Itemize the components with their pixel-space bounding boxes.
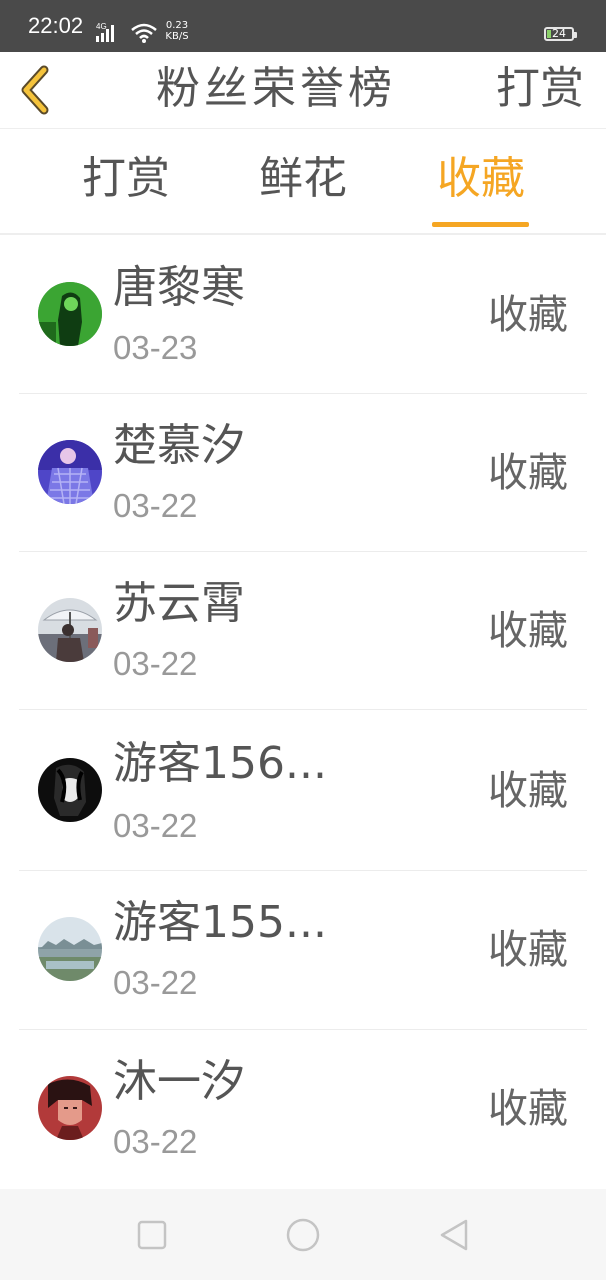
action-tag: 收藏 [488,450,568,496]
fan-date: 03-22 [113,964,198,1001]
network-speed: 0.23 KB/S [162,20,192,42]
wifi-icon [131,23,157,43]
active-tab-indicator [432,222,529,227]
status-time: 22:02 [28,13,84,38]
list-item[interactable]: 沐一汐 03-22 收藏 [19,1030,587,1190]
fan-name: 沐一汐 [113,1056,245,1107]
avatar [38,598,102,662]
action-tag: 收藏 [488,1086,568,1132]
battery-level: 24 [552,27,566,40]
status-bar: 22:02 4G 0.23 KB/S 24 [0,0,606,52]
tab-bar: 打赏 鲜花 收藏 [0,129,606,235]
tab-favorites[interactable]: 收藏 [421,149,541,209]
square-icon[interactable] [132,1215,172,1255]
fan-name: 唐黎寒 [113,262,245,313]
list-item[interactable]: 楚慕汐 03-22 收藏 [19,394,587,552]
system-nav-bar [0,1189,606,1280]
reward-button[interactable]: 打赏 [496,58,584,120]
fan-name: 游客156... [113,738,327,789]
circle-icon[interactable] [283,1215,323,1255]
action-tag: 收藏 [488,292,568,338]
action-tag: 收藏 [488,608,568,654]
avatar-dark-portrait [38,758,102,822]
fan-date: 03-23 [113,329,198,366]
page-title: 粉丝荣誉榜 [156,63,396,114]
list-item[interactable]: 游客156... 03-22 收藏 [19,710,587,871]
network-type: 4G [96,22,107,31]
fan-name: 游客155... [113,897,327,948]
list-item[interactable]: 唐黎寒 03-23 收藏 [19,236,587,394]
avatar [38,1076,102,1140]
fan-date: 03-22 [113,645,198,682]
battery-icon: 24 [544,27,577,41]
fan-date: 03-22 [113,807,198,844]
fan-date: 03-22 [113,487,198,524]
speed-value: 0.23 [165,20,189,31]
avatar-umbrella-photo [38,598,102,662]
avatar-landscape-photo [38,917,102,981]
avatar [38,282,102,346]
list-item[interactable]: 游客155... 03-22 收藏 [19,871,587,1030]
avatar [38,440,102,504]
avatar [38,917,102,981]
triangle-back-icon[interactable] [434,1215,474,1255]
fan-list: 唐黎寒 03-23 收藏 楚慕汐 03-22 收藏 苏云霄 03-22 收藏 游… [0,236,606,1190]
fan-name: 苏云霄 [113,578,245,629]
avatar-green-photo [38,282,102,346]
signal-icon: 4G [96,22,114,42]
avatar-purple-photo [38,440,102,504]
header: 粉丝荣誉榜 打赏 [0,52,606,129]
avatar-red-portrait [38,1076,102,1140]
fan-date: 03-22 [113,1123,198,1160]
action-tag: 收藏 [488,927,568,973]
fan-name: 楚慕汐 [113,420,245,471]
list-item[interactable]: 苏云霄 03-22 收藏 [19,552,587,710]
tab-reward[interactable]: 打赏 [66,149,186,209]
speed-unit: KB/S [165,31,189,42]
action-tag: 收藏 [488,768,568,814]
tab-flowers[interactable]: 鲜花 [243,149,363,209]
avatar [38,758,102,822]
